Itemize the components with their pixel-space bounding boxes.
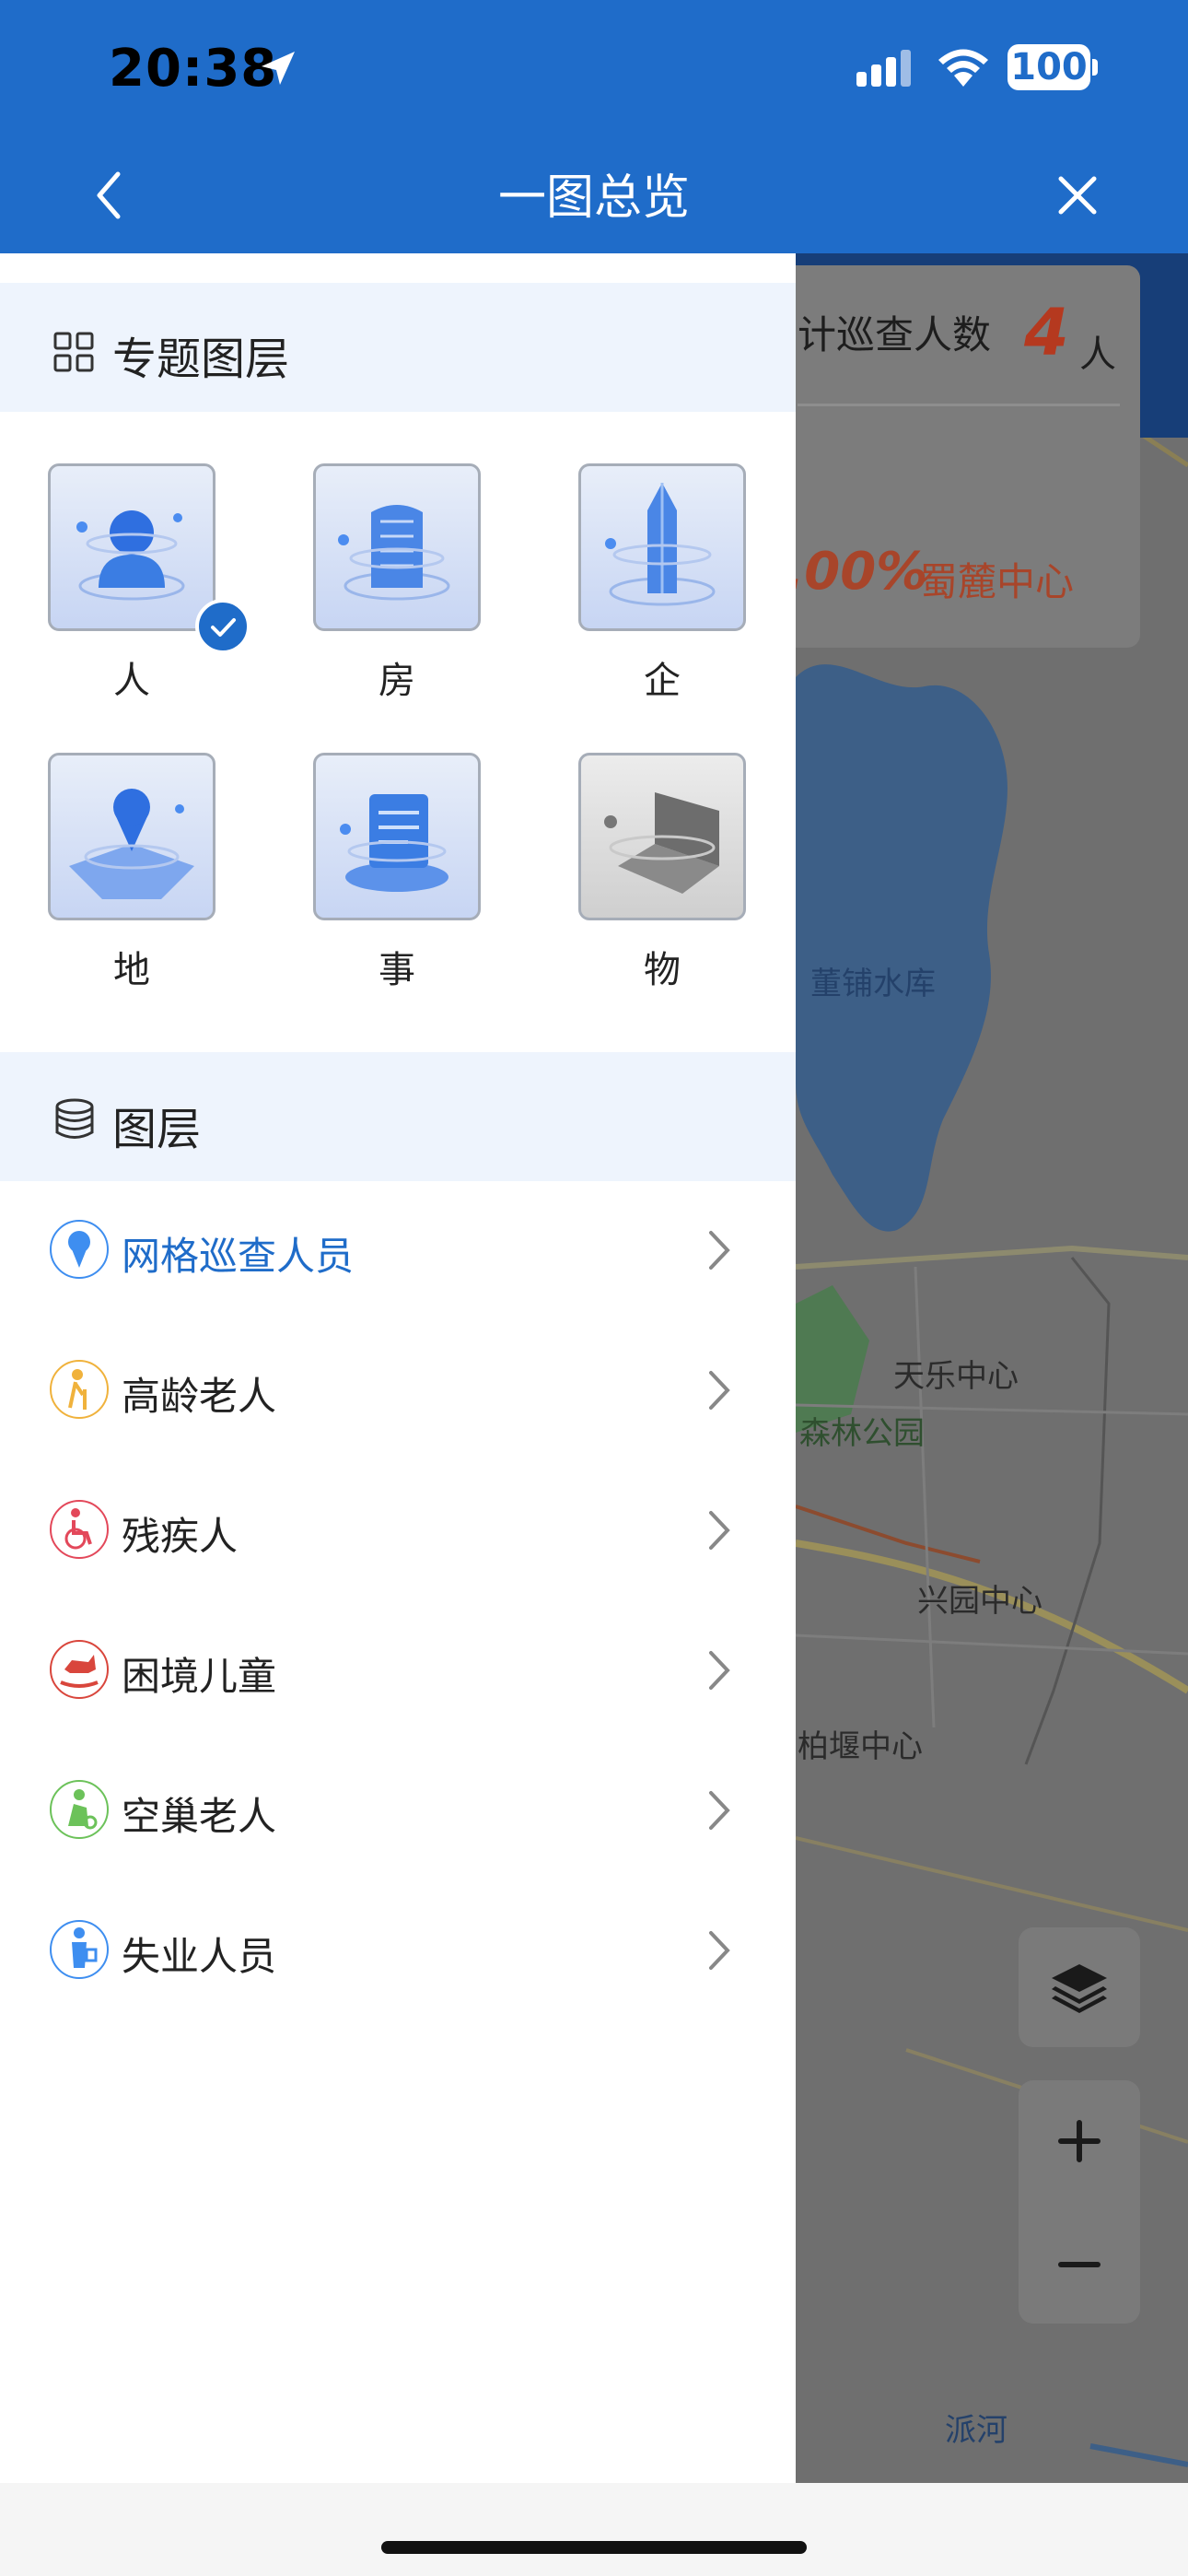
layer-label: 困境儿童 xyxy=(122,1654,277,1699)
layer-row-children[interactable]: 困境儿童 xyxy=(0,1599,796,1739)
layer-label: 空巢老人 xyxy=(122,1794,277,1839)
wheelchair-icon xyxy=(50,1500,109,1559)
chevron-right-icon xyxy=(709,1651,730,1690)
layer-label: 失业人员 xyxy=(122,1934,277,1979)
topic-tile-object[interactable] xyxy=(578,753,746,920)
map-label: 柏堰中心 xyxy=(798,1728,923,1765)
chevron-right-icon xyxy=(709,1791,730,1830)
layer-label: 残疾人 xyxy=(122,1514,239,1559)
map-label: 派河 xyxy=(945,2412,1007,2449)
layer-row-empty-nest[interactable]: 空巢老人 xyxy=(0,1739,796,1879)
patrol-count-label: 计巡查人数 xyxy=(798,312,992,357)
zoom-out-icon[interactable] xyxy=(1019,2202,1140,2324)
rocking-horse-icon xyxy=(50,1640,109,1699)
card-divider xyxy=(798,404,1120,406)
layer-row-unemployed[interactable]: 失业人员 xyxy=(0,1879,796,2020)
topic-tile-event[interactable] xyxy=(313,753,481,920)
zoom-controls xyxy=(1019,2080,1140,2324)
building-3d-icon xyxy=(338,505,450,601)
card-percent: .00% xyxy=(785,542,928,602)
chevron-right-icon xyxy=(709,1931,730,1970)
layer-label: 高龄老人 xyxy=(122,1374,277,1419)
topic-label: 房 xyxy=(379,660,415,702)
topic-tile-enterprise[interactable] xyxy=(578,463,746,631)
layer-label: 网格巡查人员 xyxy=(122,1234,355,1279)
chevron-right-icon xyxy=(709,1371,730,1410)
page-title: 一图总览 xyxy=(497,170,690,226)
layer-row-disabled[interactable]: 残疾人 xyxy=(0,1459,796,1599)
land-pin-3d-icon xyxy=(69,789,194,899)
chevron-right-icon xyxy=(709,1511,730,1550)
patrol-count-unit: 人 xyxy=(1079,334,1116,376)
close-icon[interactable] xyxy=(1050,163,1105,228)
empty-nest-elder-icon xyxy=(50,1780,109,1839)
location-arrow-icon xyxy=(262,52,295,85)
wifi-icon xyxy=(938,49,988,87)
topic-section-title: 专题图层 xyxy=(112,334,290,385)
database-stack-icon xyxy=(55,1098,94,1139)
selected-check-icon xyxy=(195,599,250,654)
patrol-count-value: 4 xyxy=(1024,295,1069,370)
map-label: 天乐中心 xyxy=(893,1358,1019,1395)
topic-tile-land[interactable] xyxy=(48,753,215,920)
map-label: 森林公园 xyxy=(799,1415,925,1452)
skyscraper-3d-icon xyxy=(605,483,716,606)
topic-label: 物 xyxy=(644,949,681,991)
map-label: 董铺水库 xyxy=(810,966,936,1002)
layer-row-grid-patrol[interactable]: 网格巡查人员 xyxy=(0,1179,796,1319)
topic-label: 人 xyxy=(113,660,150,702)
battery-tip xyxy=(1092,59,1098,76)
status-time: 20:38 xyxy=(109,39,278,99)
card-place-name: 蜀麓中心 xyxy=(919,559,1075,604)
grid-icon xyxy=(53,332,94,372)
person-3d-icon xyxy=(76,510,185,601)
layer-row-elderly[interactable]: 高龄老人 xyxy=(0,1319,796,1459)
cellular-signal-icon xyxy=(856,50,911,87)
patrol-person-icon xyxy=(50,1220,109,1279)
layers-icon xyxy=(1052,1964,1107,2013)
zoom-in-icon[interactable] xyxy=(1019,2080,1140,2202)
chevron-right-icon xyxy=(709,1231,730,1270)
layer-section-title: 图层 xyxy=(112,1104,202,1155)
map-layers-button[interactable] xyxy=(1019,1927,1140,2047)
unemployed-person-icon xyxy=(50,1920,109,1979)
laptop-3d-icon xyxy=(604,792,719,894)
topic-tile-person[interactable] xyxy=(48,463,215,631)
battery-level: 100 xyxy=(1007,44,1090,90)
home-indicator[interactable] xyxy=(381,2541,807,2554)
topic-tile-house[interactable] xyxy=(313,463,481,631)
map-label: 兴园中心 xyxy=(917,1583,1042,1620)
document-3d-icon xyxy=(340,794,448,892)
topic-label: 地 xyxy=(113,949,150,991)
elderly-person-icon xyxy=(50,1360,109,1419)
topic-label: 企 xyxy=(644,660,681,702)
bottom-safe-area xyxy=(0,2483,1188,2576)
topic-label: 事 xyxy=(379,949,415,991)
